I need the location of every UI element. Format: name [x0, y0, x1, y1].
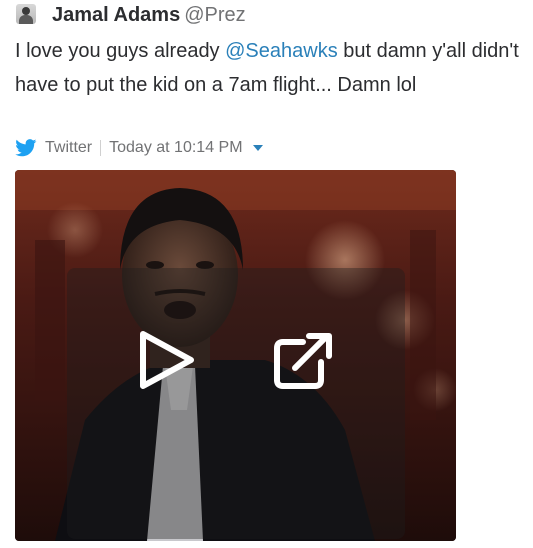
caret-down-icon[interactable]	[252, 144, 263, 152]
mention-link[interactable]: @Seahawks	[225, 40, 338, 62]
tweet-meta: Twitter Today at 10:14 PM	[15, 136, 263, 160]
open-external-icon[interactable]	[271, 330, 337, 392]
media-overlay	[67, 268, 405, 539]
play-icon[interactable]	[133, 328, 197, 392]
author-avatar[interactable]	[16, 4, 36, 24]
tweet-text-part: I love you guys already	[15, 40, 226, 62]
author-name[interactable]: Jamal Adams	[52, 4, 180, 26]
tweet-header: Jamal Adams @Prez	[52, 2, 246, 28]
tweet-timestamp[interactable]: Today at 10:14 PM	[109, 139, 242, 157]
meta-divider	[100, 140, 102, 156]
tweet-source[interactable]: Twitter	[45, 139, 92, 157]
tweet-attachment: Jamal Adams @Prez I love you guys already…	[0, 0, 533, 548]
twitter-bird-icon	[15, 139, 37, 157]
tweet-text: I love you guys already @Seahawks but da…	[15, 34, 520, 102]
gif-preview[interactable]	[15, 170, 456, 541]
author-handle[interactable]: @Prez	[184, 4, 245, 26]
